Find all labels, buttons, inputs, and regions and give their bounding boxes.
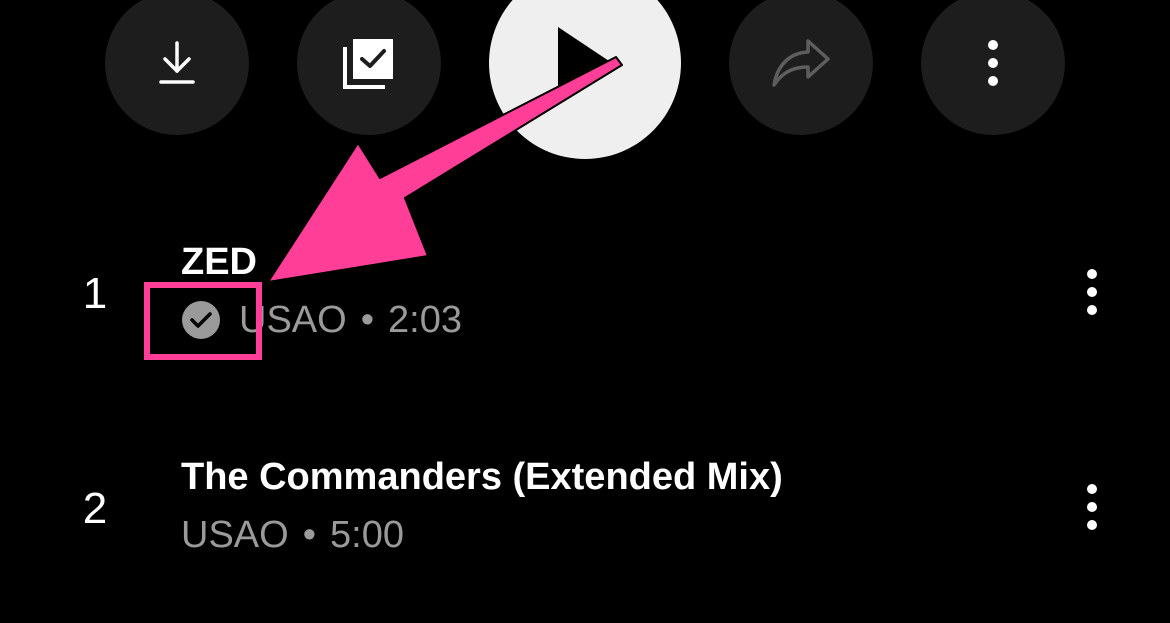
save-to-library-button[interactable] [297, 0, 441, 135]
meta-separator: • [302, 514, 317, 556]
download-button[interactable] [105, 0, 249, 135]
track-title: The Commanders (Extended Mix) [181, 456, 783, 498]
annotation-highlight-box [144, 282, 262, 360]
library-check-icon [343, 39, 393, 89]
play-button[interactable] [489, 0, 681, 159]
track-title: ZED [181, 241, 257, 283]
track-menu-button[interactable] [1068, 477, 1116, 537]
meta-separator: • [360, 299, 375, 341]
share-button[interactable] [729, 0, 873, 135]
track-artist: USAO [181, 514, 289, 556]
track-row[interactable]: 2 The Commanders (Extended Mix) USAO • 5… [0, 435, 1170, 585]
track-number: 1 [82, 269, 108, 318]
more-vertical-icon [1087, 484, 1097, 530]
more-vertical-icon [988, 40, 998, 86]
play-icon [558, 27, 612, 99]
track-duration: 5:00 [330, 514, 404, 556]
share-icon [772, 39, 830, 87]
track-duration: 2:03 [388, 299, 462, 341]
download-icon [159, 41, 195, 84]
album-screen: 1 ZED USAO • 2:03 2 The Commanders (Exte… [0, 0, 1170, 623]
track-menu-button[interactable] [1068, 262, 1116, 322]
track-meta: USAO • 5:00 [181, 513, 404, 557]
more-vertical-icon [1087, 269, 1097, 315]
track-number: 2 [82, 484, 108, 533]
more-options-button[interactable] [921, 0, 1065, 135]
